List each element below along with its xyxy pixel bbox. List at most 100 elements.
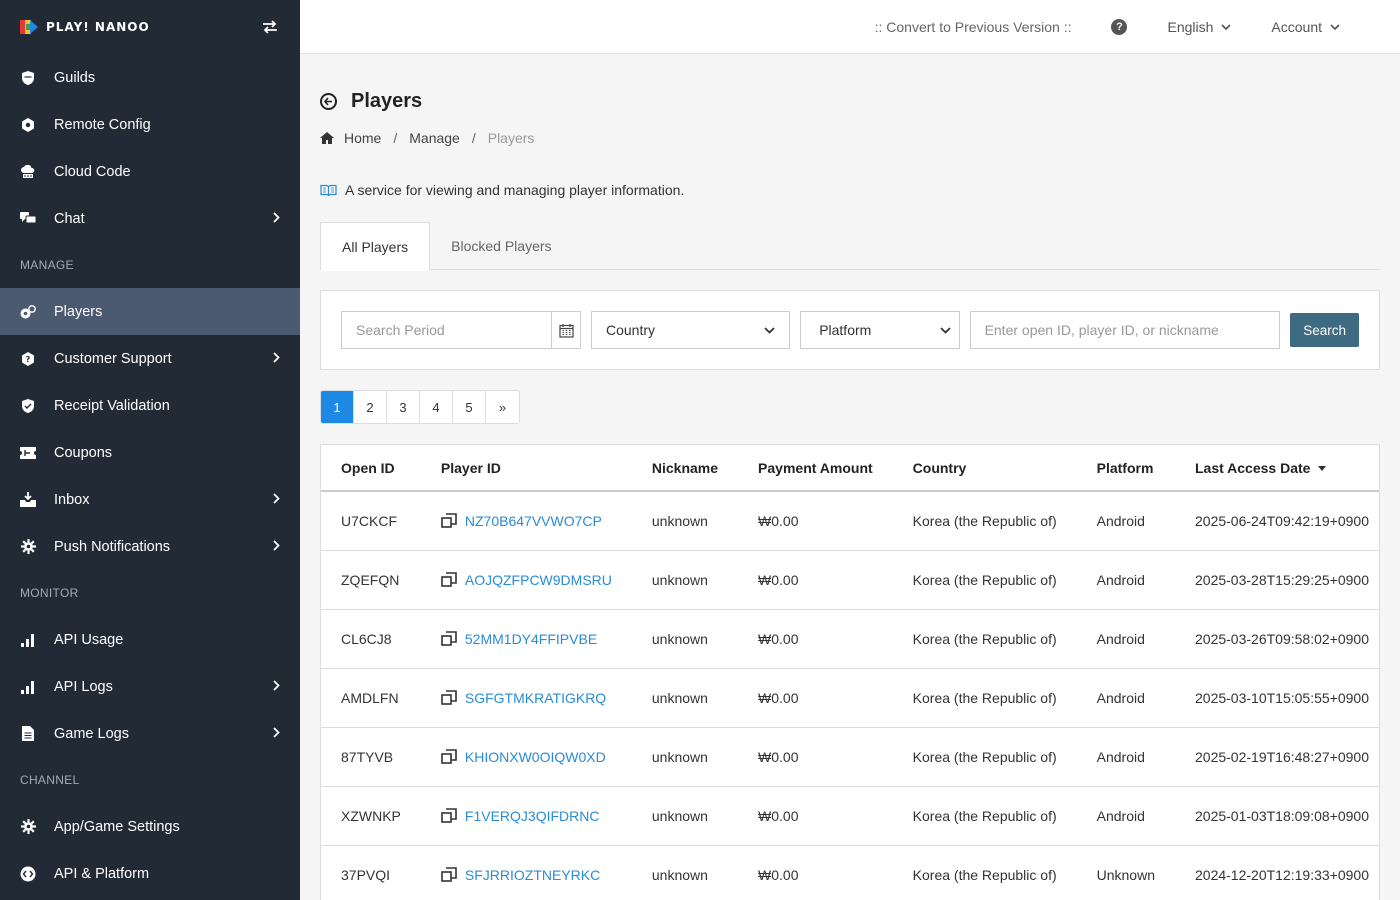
page-button-1[interactable]: 1 — [321, 391, 354, 423]
sidebar-item-chat[interactable]: Chat — [0, 195, 300, 242]
help-icon[interactable]: ? — [1111, 18, 1128, 35]
country-select-value: Country — [606, 322, 656, 338]
sidebar-item-remote-config[interactable]: Remote Config — [0, 101, 300, 148]
table-row: CL6CJ8 52MM1DY4FFIPVBE unknown ₩0.00 Korea (… — [321, 609, 1379, 669]
column-header-nickname[interactable]: Nickname — [631, 445, 739, 492]
sidebar-item-coupons[interactable]: Coupons — [0, 429, 300, 476]
cell-payment: ₩0.00 — [738, 668, 893, 728]
cell-platform: Android — [1076, 727, 1175, 787]
player-id-link[interactable]: SGFGTMKRATIGKRQ — [465, 690, 606, 706]
column-header-last-access-date[interactable]: Last Access Date — [1175, 445, 1379, 492]
config-icon — [20, 117, 36, 133]
tab-blocked-players[interactable]: Blocked Players — [430, 222, 572, 270]
api-icon — [20, 866, 36, 882]
bar-chart-icon — [20, 679, 36, 695]
sidebar-item-api-logs[interactable]: API Logs — [0, 663, 300, 710]
sidebar-item-players[interactable]: Players — [0, 288, 300, 335]
open-new-window-icon[interactable] — [441, 631, 457, 646]
sidebar-item-customer-support[interactable]: ? Customer Support — [0, 335, 300, 382]
sidebar-item-app-game-settings[interactable]: App/Game Settings — [0, 803, 300, 850]
player-id-link[interactable]: AOJQZFPCW9DMSRU — [465, 572, 612, 588]
open-new-window-icon[interactable] — [441, 749, 457, 764]
sidebar-item-cloud-code[interactable]: Cloud Code — [0, 148, 300, 195]
column-header-player-id[interactable]: Player ID — [420, 445, 632, 492]
sidebar-section-manage: MANAGE — [20, 258, 74, 272]
cell-nickname: unknown — [631, 668, 739, 728]
shield-icon — [20, 70, 36, 86]
home-icon — [320, 132, 334, 144]
next-page-button[interactable]: » — [486, 391, 519, 423]
page-button-4[interactable]: 4 — [420, 391, 453, 423]
gear-icon — [20, 539, 36, 555]
sidebar-item-guilds[interactable]: Guilds — [0, 54, 300, 101]
player-id-link[interactable]: NZ70B647VVWO7CP — [465, 513, 602, 529]
sidebar-item-game-logs[interactable]: Game Logs — [0, 710, 300, 757]
cell-nickname: unknown — [631, 609, 739, 669]
account-dropdown[interactable]: Account — [1271, 19, 1340, 35]
player-id-link[interactable]: SFJRRIOZTNEYRKC — [465, 867, 600, 883]
convert-version-link[interactable]: :: Convert to Previous Version :: — [875, 19, 1072, 35]
cell-country: Korea (the Republic of) — [892, 491, 1077, 551]
search-period-input[interactable] — [342, 312, 551, 348]
cell-country: Korea (the Republic of) — [892, 550, 1077, 610]
open-new-window-icon[interactable] — [441, 690, 457, 705]
cell-country: Korea (the Republic of) — [892, 668, 1077, 728]
cell-nickname: unknown — [631, 786, 739, 846]
country-select[interactable]: Country — [591, 311, 791, 349]
chevron-right-icon — [273, 492, 280, 508]
sidebar-menu: Guilds Remote Config Cloud Code Chat MANAGE P… — [0, 54, 300, 897]
page-button-5[interactable]: 5 — [453, 391, 486, 423]
open-new-window-icon[interactable] — [441, 513, 457, 529]
cell-country: Korea (the Republic of) — [892, 727, 1077, 787]
sidebar-item-label: Players — [54, 303, 103, 320]
cell-player-id: KHIONXW0OIQW0XD — [420, 727, 632, 787]
document-icon — [20, 726, 36, 742]
sidebar-item-api-platform[interactable]: API & Platform — [0, 850, 300, 897]
breadcrumb-separator: / — [471, 130, 476, 146]
open-new-window-icon[interactable] — [441, 867, 457, 882]
player-id-link[interactable]: 52MM1DY4FFIPVBE — [465, 631, 597, 647]
player-id-link[interactable]: F1VERQJ3QIFDRNC — [465, 808, 600, 824]
brand-logo[interactable]: PLAY! NANOO — [20, 18, 150, 36]
cell-country: Korea (the Republic of) — [892, 845, 1077, 900]
sidebar-item-api-usage[interactable]: API Usage — [0, 616, 300, 663]
column-header-payment-amount[interactable]: Payment Amount — [738, 445, 893, 492]
back-arrow-icon[interactable] — [320, 93, 337, 110]
page-title: Players — [320, 90, 422, 113]
player-search-input[interactable] — [969, 311, 1281, 349]
sort-desc-icon[interactable] — [1318, 466, 1327, 472]
breadcrumb-home[interactable]: Home — [344, 130, 381, 146]
sidebar-item-label: Customer Support — [54, 350, 172, 367]
page-button-2[interactable]: 2 — [354, 391, 387, 423]
page-button-3[interactable]: 3 — [387, 391, 420, 423]
sidebar-item-inbox[interactable]: Inbox — [0, 476, 300, 523]
search-button[interactable]: Search — [1290, 313, 1359, 347]
cell-platform: Android — [1076, 491, 1175, 551]
calendar-icon[interactable] — [551, 312, 580, 348]
sidebar-item-receipt-validation[interactable]: Receipt Validation — [0, 382, 300, 429]
open-new-window-icon[interactable] — [441, 572, 457, 587]
column-header-label: Player ID — [440, 459, 501, 476]
cell-player-id: AOJQZFPCW9DMSRU — [420, 550, 632, 610]
player-id-link[interactable]: KHIONXW0OIQW0XD — [465, 749, 606, 765]
sidebar-item-label: API & Platform — [54, 865, 150, 882]
breadcrumb-manage[interactable]: Manage — [409, 130, 460, 146]
open-new-window-icon[interactable] — [441, 808, 457, 823]
chat-icon — [20, 211, 36, 227]
cell-open-id: AMDLFN — [321, 668, 421, 728]
chevron-right-icon — [273, 211, 280, 227]
platform-select[interactable]: Platform — [800, 311, 960, 349]
sidebar-item-push-notifications[interactable]: Push Notifications — [0, 523, 300, 570]
cell-last-access: 2025-06-24T09:42:19+0900 — [1175, 491, 1379, 551]
column-header-label: Open ID — [341, 459, 395, 476]
tab-all-players[interactable]: All Players — [320, 222, 431, 271]
column-header-country[interactable]: Country — [892, 445, 1077, 492]
cell-platform: Unknown — [1076, 845, 1175, 900]
column-header-platform[interactable]: Platform — [1076, 445, 1175, 492]
cell-player-id: F1VERQJ3QIFDRNC — [420, 786, 632, 846]
breadcrumb: Home / Manage / Players — [320, 130, 534, 146]
sidebar-item-label: Coupons — [54, 444, 113, 461]
swap-icon[interactable] — [260, 17, 280, 37]
column-header-open-id[interactable]: Open ID — [321, 445, 421, 492]
language-dropdown[interactable]: English — [1167, 19, 1231, 35]
